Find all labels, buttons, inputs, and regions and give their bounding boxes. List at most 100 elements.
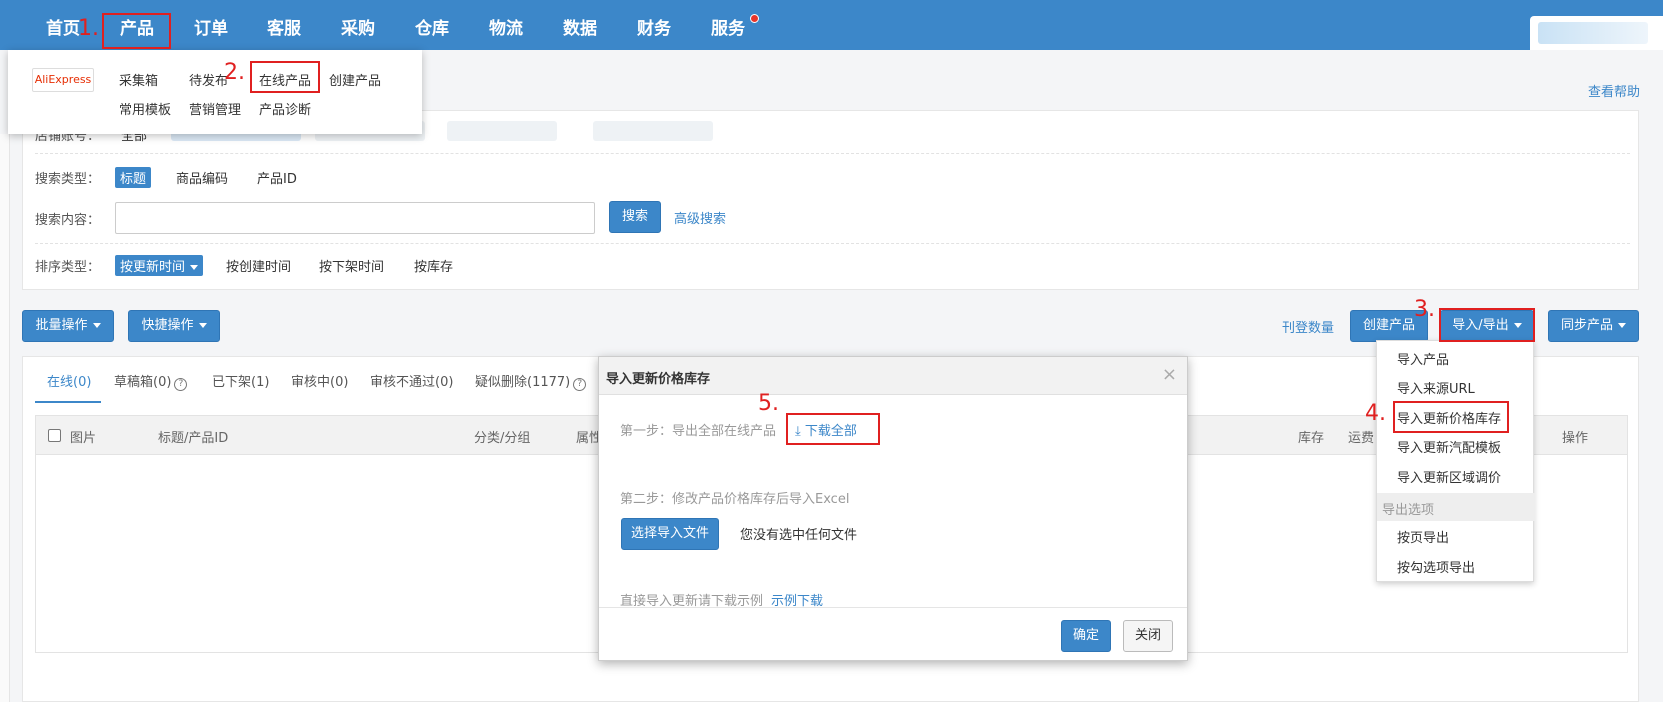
user-account[interactable] xyxy=(1530,16,1663,50)
user-name-blurred xyxy=(1538,22,1648,44)
nav-data[interactable]: 数据 xyxy=(563,14,597,39)
sort-by-create-time[interactable]: 按创建时间 xyxy=(226,256,291,275)
step-marker-1: 1. xyxy=(78,16,99,41)
nav-services[interactable]: 服务 xyxy=(711,14,745,39)
search-type-product-id[interactable]: 产品ID xyxy=(257,168,297,187)
sync-label: 同步产品 xyxy=(1560,318,1613,333)
nav-customer-service[interactable]: 客服 xyxy=(267,14,301,39)
confirm-button[interactable]: 确定 xyxy=(1061,620,1111,652)
import-price-stock-modal: 导入更新价格库存 × 第一步：导出全部在线产品 5. ⤓ 下载全部 第二步：修改… xyxy=(598,356,1188,661)
modal-title: 导入更新价格库存 xyxy=(606,372,711,387)
menu-create-product[interactable]: 创建产品 xyxy=(329,70,381,89)
menu-export-by-page[interactable]: 按页导出 xyxy=(1397,527,1449,546)
product-dropdown-menu: AliExpress 采集箱 待发布 在线产品 创建产品 常用模板 营销管理 产… xyxy=(8,50,422,134)
batch-label: 批量操作 xyxy=(35,318,88,333)
tab-suspected-deleted[interactable]: 疑似删除(1177)? xyxy=(475,371,587,391)
filter-panel: 店铺账号： 全部 搜索类型： 标题 商品编码 产品ID 搜索内容： 搜索 高级搜… xyxy=(22,110,1639,290)
nav-home[interactable]: 首页 xyxy=(46,14,80,39)
nav-purchasing[interactable]: 采购 xyxy=(341,14,375,39)
caret-down-icon xyxy=(190,265,199,270)
help-link[interactable]: 查看帮助 xyxy=(1588,81,1640,100)
nav-warehouse[interactable]: 仓库 xyxy=(415,14,449,39)
download-all-link[interactable]: ⤓ 下载全部 xyxy=(795,420,857,439)
tab-suspected-label: 疑似删除(1177) xyxy=(475,375,571,390)
highlight-import-export xyxy=(1439,308,1535,342)
col-image: 图片 xyxy=(70,431,97,446)
search-type-sku[interactable]: 商品编码 xyxy=(176,168,228,187)
divider xyxy=(35,153,1630,154)
search-button[interactable]: 搜索 xyxy=(609,201,661,233)
menu-import-source-url[interactable]: 导入来源URL xyxy=(1397,378,1475,397)
sort-by-stock[interactable]: 按库存 xyxy=(414,256,453,275)
step-marker-2: 2. xyxy=(224,60,245,85)
menu-collection-box[interactable]: 采集箱 xyxy=(119,70,158,89)
aliexpress-logo[interactable]: AliExpress xyxy=(32,68,94,92)
menu-import-update-auto-template[interactable]: 导入更新汽配模板 xyxy=(1397,437,1501,456)
tab-drafts[interactable]: 草稿箱(0)? xyxy=(114,371,188,391)
sort-by-delist-time[interactable]: 按下架时间 xyxy=(319,256,384,275)
menu-common-templates[interactable]: 常用模板 xyxy=(119,99,171,118)
col-shipping: 运费 xyxy=(1348,431,1375,446)
download-icon: ⤓ xyxy=(795,424,801,439)
store-account-3[interactable] xyxy=(447,121,557,141)
sort-update-label: 按更新时间 xyxy=(120,260,186,275)
col-title-id: 标题/产品ID xyxy=(158,431,229,446)
step2-text: 第二步：修改产品价格库存后导入Excel xyxy=(620,492,850,507)
col-actions: 操作 xyxy=(1562,431,1589,446)
caret-down-icon xyxy=(1618,323,1626,328)
quick-label: 快捷操作 xyxy=(141,318,194,333)
col-category: 分类/分组 xyxy=(474,431,531,446)
menu-import-products[interactable]: 导入产品 xyxy=(1397,349,1449,368)
step-marker-5: 5. xyxy=(758,391,779,416)
search-type-title[interactable]: 标题 xyxy=(115,167,152,188)
close-button[interactable]: 关闭 xyxy=(1123,620,1173,652)
tab-rejected[interactable]: 审核不通过(0) xyxy=(370,371,453,390)
menu-export-checked[interactable]: 按勾选项导出 xyxy=(1397,557,1475,576)
advanced-search-link[interactable]: 高级搜索 xyxy=(674,208,726,227)
export-options-header: 导出选项 xyxy=(1377,493,1535,521)
top-nav: 首页 产品 订单 客服 采购 仓库 物流 数据 财务 服务 xyxy=(0,0,1663,50)
publish-count-link[interactable]: 刊登数量 xyxy=(1282,317,1334,336)
modal-header: 导入更新价格库存 × xyxy=(599,357,1187,395)
active-tab-indicator xyxy=(35,401,101,403)
nav-finance[interactable]: 财务 xyxy=(637,14,671,39)
nav-logistics[interactable]: 物流 xyxy=(489,14,523,39)
tab-delisted[interactable]: 已下架(1) xyxy=(212,371,269,390)
highlight-products-nav xyxy=(102,13,171,49)
question-icon[interactable]: ? xyxy=(573,378,587,391)
close-icon[interactable]: × xyxy=(1162,364,1177,385)
step1-text: 第一步：导出全部在线产品 xyxy=(620,424,777,439)
tab-under-review[interactable]: 审核中(0) xyxy=(291,371,348,390)
sort-by-update-time[interactable]: 按更新时间 xyxy=(115,255,204,276)
tab-drafts-label: 草稿箱(0) xyxy=(114,375,172,390)
quick-operations-button[interactable]: 快捷操作 xyxy=(128,310,220,342)
no-file-selected-text: 您没有选中任何文件 xyxy=(740,528,858,543)
batch-operations-button[interactable]: 批量操作 xyxy=(22,310,114,342)
step-marker-4: 4. xyxy=(1365,401,1386,426)
search-content-label: 搜索内容： xyxy=(35,213,101,228)
step-marker-3: 3. xyxy=(1414,297,1435,322)
highlight-online-products xyxy=(250,61,320,93)
divider xyxy=(35,243,1630,244)
sort-label: 排序类型： xyxy=(35,260,101,275)
nav-orders[interactable]: 订单 xyxy=(194,14,228,39)
modal-footer: 确定 关闭 xyxy=(599,607,1187,661)
menu-pending-publish[interactable]: 待发布 xyxy=(189,70,228,89)
question-icon[interactable]: ? xyxy=(174,378,188,391)
store-account-4[interactable] xyxy=(593,121,713,141)
select-all-checkbox[interactable] xyxy=(48,429,61,442)
menu-import-update-region-price[interactable]: 导入更新区域调价 xyxy=(1397,467,1501,486)
menu-product-diagnosis[interactable]: 产品诊断 xyxy=(259,99,311,118)
notification-dot xyxy=(750,14,759,23)
menu-marketing[interactable]: 营销管理 xyxy=(189,99,241,118)
caret-down-icon xyxy=(92,323,101,328)
left-sidebar-edge xyxy=(0,134,10,702)
import-export-menu: 导入产品 导入来源URL 导入更新价格库存 导入更新汽配模板 导入更新区域调价 … xyxy=(1376,340,1535,582)
highlight-import-price-stock xyxy=(1393,401,1509,433)
choose-import-file-button[interactable]: 选择导入文件 xyxy=(621,518,719,550)
download-all-label: 下载全部 xyxy=(804,424,857,439)
search-input[interactable] xyxy=(115,202,595,234)
caret-down-icon xyxy=(198,323,207,328)
sync-products-button[interactable]: 同步产品 xyxy=(1548,310,1639,342)
tab-online[interactable]: 在线(0) xyxy=(47,371,91,390)
